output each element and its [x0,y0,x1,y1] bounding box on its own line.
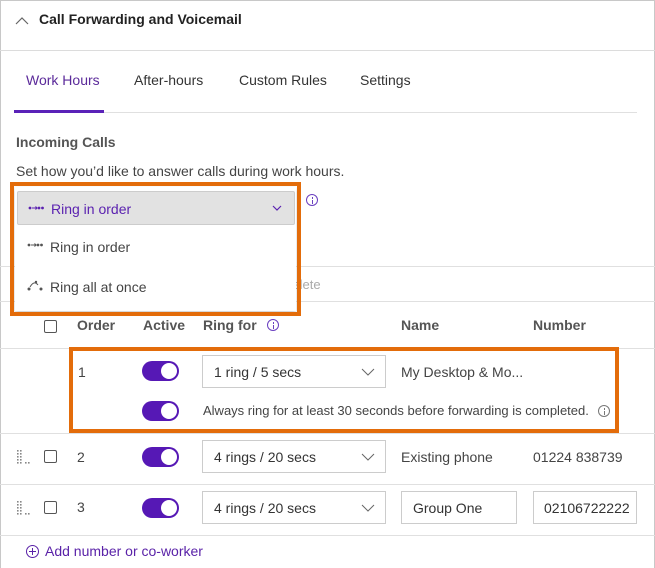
row-name: Existing phone [401,449,493,465]
ring-mode-selected-label: Ring in order [51,201,132,217]
option-label: Ring in order [50,239,131,255]
active-tab-indicator [14,110,104,113]
select-all-checkbox[interactable] [44,320,57,333]
chevron-down-icon [361,453,375,461]
ring-in-order-icon [27,243,43,247]
column-header-active: Active [143,317,186,333]
tab-after-hours[interactable]: After-hours [134,72,203,88]
divider [0,433,655,434]
ring-all-icon [27,280,43,291]
ring-for-value: 4 rings / 20 secs [214,449,316,465]
divider [0,348,655,349]
divider [0,535,655,536]
add-number-link[interactable]: Add number or co-worker [26,543,203,559]
active-toggle[interactable] [142,447,179,467]
min-ring-text: Always ring for at least 30 seconds befo… [203,403,589,418]
ring-for-info-icon[interactable] [267,319,279,331]
ring-for-value: 4 rings / 20 secs [214,500,316,516]
row-order: 3 [77,499,85,515]
row-number: 01224 838739 [533,449,623,465]
row-order: 1 [78,364,86,380]
ring-in-order-icon [28,206,44,210]
tab-bar: Work Hours After-hours Custom Rules Sett… [14,51,637,113]
incoming-calls-title: Incoming Calls [16,134,116,150]
drag-handle-icon[interactable] [17,501,37,515]
column-header-name: Name [401,317,440,333]
ring-for-select[interactable]: 4 rings / 20 secs [202,491,386,524]
min-ring-info-icon[interactable] [598,405,610,417]
active-toggle[interactable] [142,498,179,518]
add-number-label: Add number or co-worker [45,543,203,559]
info-icon[interactable] [306,194,318,206]
row-checkbox[interactable] [44,501,57,514]
ring-for-select[interactable]: 4 rings / 20 secs [202,440,386,473]
add-circle-icon [26,545,39,558]
tab-custom-rules[interactable]: Custom Rules [239,72,327,88]
column-header-ring-for: Ring for [203,317,257,333]
chevron-down-icon [361,504,375,512]
divider [0,484,655,485]
drag-handle-icon[interactable] [17,450,37,464]
min-ring-toggle[interactable] [142,401,179,421]
chevron-up-icon[interactable] [15,14,29,28]
ring-mode-select[interactable]: Ring in order [17,191,295,225]
section-header[interactable]: Call Forwarding and Voicemail [0,0,655,51]
ring-for-value: 1 ring / 5 secs [214,364,302,380]
active-toggle[interactable] [142,361,179,381]
row-name: My Desktop & Mo... [401,364,524,380]
incoming-calls-description: Set how you’d like to answer calls durin… [16,163,345,179]
ring-mode-option-all-at-once[interactable]: Ring all at once [17,269,295,305]
tab-work-hours[interactable]: Work Hours [26,72,100,88]
ring-for-select[interactable]: 1 ring / 5 secs [202,355,386,388]
section-title: Call Forwarding and Voicemail [39,11,242,27]
row-checkbox[interactable] [44,450,57,463]
row-order: 2 [77,449,85,465]
ring-mode-option-in-order[interactable]: Ring in order [17,229,295,265]
column-header-number: Number [533,317,586,333]
column-header-order: Order [77,317,116,333]
option-label: Ring all at once [50,279,147,295]
number-input[interactable] [533,491,637,524]
name-input[interactable] [401,491,517,524]
chevron-down-icon [272,205,282,211]
chevron-down-icon [361,368,375,376]
tab-settings[interactable]: Settings [360,72,411,88]
